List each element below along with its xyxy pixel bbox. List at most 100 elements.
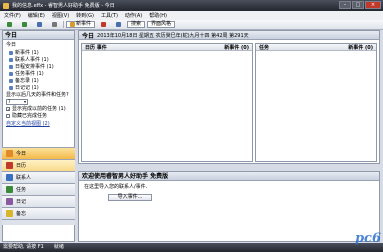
new-event-button[interactable]: 新事件 (66, 21, 96, 28)
tree-item[interactable]: 新事件 (1) (3, 49, 74, 56)
new-event-label: 新事件 (76, 21, 92, 27)
tree-icon (9, 71, 13, 76)
print-button[interactable] (48, 21, 61, 28)
interface-style-label: 界面风格 (151, 21, 172, 27)
tree-icon (9, 85, 13, 90)
nav-bottom-strip (2, 219, 75, 225)
date-info: 2013年10月18日 星期五 农历癸巳年(蛇)九月十四 第42周 第291天 (97, 32, 249, 39)
nav-label: 任务 (16, 187, 27, 193)
tasks-new-count[interactable]: 新事件 (0) (348, 44, 373, 51)
events-new-count[interactable]: 新事件 (0) (224, 44, 249, 51)
welcome-text: 在这里导入您的联系人/事件. (84, 184, 148, 190)
show-completed-checkbox[interactable]: ✓ (6, 106, 10, 111)
menu-help[interactable]: 帮助(H) (149, 12, 167, 19)
save-button[interactable] (33, 21, 46, 28)
menu-view[interactable]: 视图(V) (52, 12, 69, 19)
tree-item[interactable]: 日程安排事件 (1) (3, 63, 74, 70)
tasks-panel[interactable]: 任务 新事件 (0) (255, 43, 377, 162)
nav-label: 今日 (16, 151, 27, 157)
events-col-title: 日历 事件 (85, 44, 107, 51)
search-button[interactable]: 搜索 (127, 21, 146, 28)
window-title: 我的信息.effx - 睿智男人好助手 免费版 - 今日 (12, 3, 115, 9)
tasks-col-title: 任务 (259, 44, 270, 51)
calendar-icon (6, 162, 13, 169)
tree-item[interactable]: 任务事件 (1) (3, 70, 74, 77)
show-completed-label: 显示完成以前的任务 (1) (12, 106, 66, 112)
menu-tools[interactable]: 工具(T) (101, 12, 118, 19)
tree-icon (9, 57, 13, 62)
forward-icon (22, 22, 27, 27)
toolbar-separator (63, 21, 64, 28)
print-icon (52, 22, 57, 27)
menu-goto[interactable]: 转到(G) (76, 12, 94, 19)
nav-calendar[interactable]: 日历 (2, 159, 75, 171)
status-bar: 需要帮助, 请按 F1 就绪 (0, 243, 383, 252)
hide-completed-checkbox[interactable] (6, 113, 10, 118)
days-label: 显示以后几天的事件和任务? (6, 92, 69, 98)
hide-completed-label: 隐藏已完成任务 (12, 113, 48, 119)
sidebar-title: 今日 (3, 31, 74, 40)
new-icon (70, 22, 75, 27)
tasks-icon (6, 186, 13, 193)
menu-bar: 文件(F) 编辑(E) 视图(V) 转到(G) 工具(T) 动作(A) 帮助(H… (0, 11, 383, 20)
today-icon (6, 150, 13, 157)
main-title: 今日 (82, 32, 95, 40)
close-button[interactable]: × (365, 1, 381, 9)
back-button[interactable] (3, 21, 16, 28)
welcome-title: 欢迎使用睿智男人好助手 免费版 (79, 172, 379, 181)
delete-button[interactable] (97, 21, 110, 28)
nav-buttons: 今日 日历 联系人 任务 日记 备忘 (2, 147, 75, 225)
tree-item[interactable]: 联系人事件 (1) (3, 56, 74, 63)
events-panel-header: 日历 事件 新事件 (0) (82, 44, 252, 51)
tree-icon (9, 50, 13, 55)
nav-label: 日历 (16, 163, 27, 169)
import-events-button[interactable]: 导入事件... (108, 194, 152, 201)
nav-label: 日记 (16, 199, 27, 205)
days-select[interactable]: 7 (6, 98, 28, 105)
title-bar: 我的信息.effx - 睿智男人好助手 免费版 - 今日 – □ × (0, 0, 383, 11)
tree-item-label: 日程安排事件 (1) (15, 64, 54, 70)
tree-item-label: 任务事件 (1) (15, 71, 44, 77)
tree-item-label: 日记记 (1) (15, 85, 39, 91)
forward-button[interactable] (18, 21, 31, 28)
find-button[interactable] (112, 21, 125, 28)
menu-file[interactable]: 文件(F) (4, 12, 21, 19)
minimize-button[interactable]: – (339, 1, 351, 9)
toolbar: 新事件 搜索 界面风格 (0, 20, 383, 30)
back-icon (7, 22, 12, 27)
delete-icon (101, 22, 107, 27)
tree-item-label: 备忘录 (1) (15, 78, 39, 84)
nav-tasks[interactable]: 任务 (2, 183, 75, 195)
tree-icon (9, 78, 13, 83)
main-pane: 今日 2013年10月18日 星期五 农历癸巳年(蛇)九月十四 第42周 第29… (78, 30, 380, 164)
nav-label: 联系人 (16, 175, 32, 181)
watermark-logo: pc6 (354, 231, 381, 246)
nav-contacts[interactable]: 联系人 (2, 171, 75, 183)
app-icon (3, 2, 9, 9)
tree-item[interactable]: 日记记 (1) (3, 84, 74, 91)
diary-icon (6, 198, 13, 205)
memo-icon (6, 210, 13, 217)
tree-icon (9, 64, 13, 69)
tree-item-label: 新事件 (1) (15, 50, 39, 56)
nav-diary[interactable]: 日记 (2, 195, 75, 207)
interface-style-button[interactable]: 界面风格 (147, 21, 176, 28)
status-extra: 就绪 (53, 244, 64, 250)
menu-edit[interactable]: 编辑(E) (28, 12, 45, 19)
save-icon (37, 22, 42, 27)
status-text: 需要帮助, 请按 F1 (3, 244, 44, 250)
nav-label: 备忘 (16, 211, 27, 217)
tree-item[interactable]: 备忘录 (1) (3, 77, 74, 84)
events-panel[interactable]: 日历 事件 新事件 (0) (81, 43, 253, 162)
search-label: 搜索 (131, 21, 142, 27)
menu-actions[interactable]: 动作(A) (125, 12, 142, 19)
contacts-icon (6, 174, 13, 181)
nav-today[interactable]: 今日 (2, 147, 75, 159)
maximize-button[interactable]: □ (352, 1, 364, 9)
nav-memo[interactable]: 备忘 (2, 207, 75, 219)
find-icon (116, 22, 122, 27)
tree-item-label: 联系人事件 (1) (15, 57, 49, 63)
tasks-panel-header: 任务 新事件 (0) (256, 44, 376, 51)
customize-view-link[interactable]: 自定义当前视图 (2) (3, 119, 74, 128)
sidebar-subtitle: 今日 (6, 42, 17, 48)
